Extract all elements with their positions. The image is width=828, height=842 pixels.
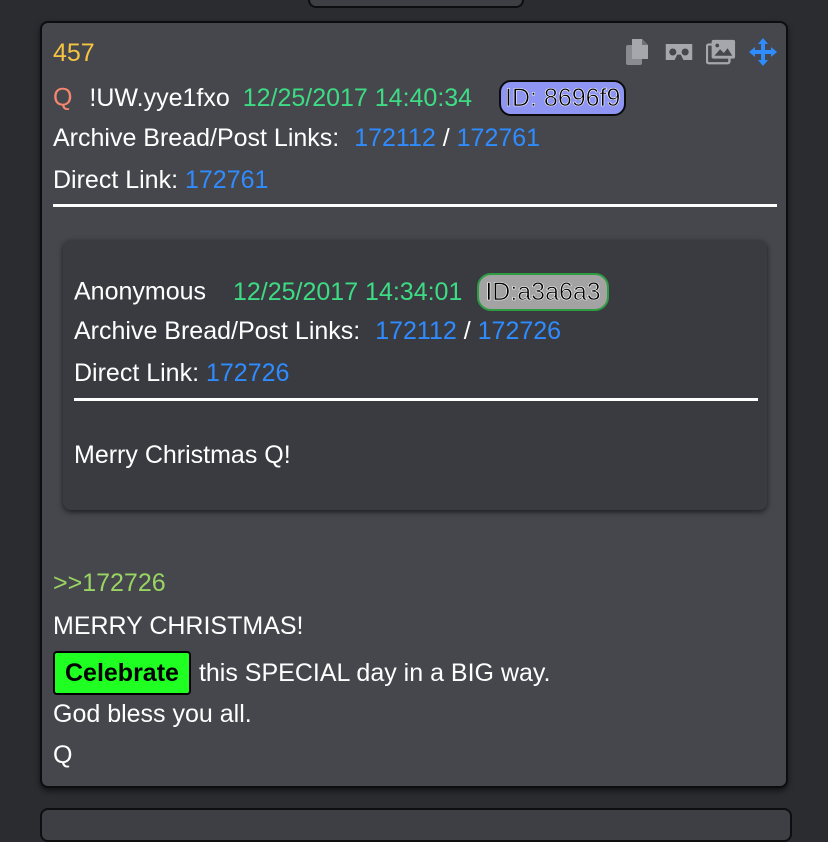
archive-post-link[interactable]: 172761 bbox=[457, 124, 540, 152]
celebrate-highlight: Celebrate bbox=[53, 651, 191, 695]
quoted-archive-post-link[interactable]: 172726 bbox=[478, 317, 561, 345]
message-line-2-rest: this SPECIAL day in a BIG way. bbox=[198, 659, 551, 687]
quoted-direct-link-label: Direct Link: bbox=[74, 359, 200, 387]
message-line-1: MERRY CHRISTMAS! bbox=[53, 612, 304, 640]
quoted-poster-id-badge[interactable]: ID:a3a6a3 bbox=[477, 273, 609, 311]
quoted-author-name: Anonymous bbox=[74, 277, 207, 306]
quoted-archive-bread-link[interactable]: 172112 bbox=[375, 317, 457, 345]
message-line-2: Celebrate this SPECIAL day in a BIG way. bbox=[53, 651, 551, 695]
archive-links: Archive Bread/Post Links: 172112 / 17276… bbox=[53, 123, 540, 153]
message-signature: Q bbox=[53, 741, 73, 769]
direct-link[interactable]: 172761 bbox=[185, 166, 268, 194]
image-gallery-icon[interactable] bbox=[706, 37, 736, 67]
previous-post-card bbox=[308, 0, 524, 8]
header-divider bbox=[53, 204, 777, 207]
reply-quote-link[interactable]: >>172726 bbox=[53, 568, 166, 598]
quoted-archive-label: Archive Bread/Post Links: bbox=[74, 317, 361, 345]
post-card: 457 Q !UW.yye1fxo 12/25/2017 14:40:34 ID… bbox=[40, 21, 788, 788]
post-date: 12/25/2017 14:40:34 bbox=[242, 83, 473, 112]
author-name: Q bbox=[53, 83, 73, 112]
quoted-post-date: 12/25/2017 14:34:01 bbox=[232, 277, 463, 306]
quoted-post-card: Anonymous 12/25/2017 14:34:01 ID:a3a6a3 … bbox=[63, 240, 767, 510]
quoted-archive-links: Archive Bread/Post Links: 172112 / 17272… bbox=[74, 316, 561, 346]
archive-separator: / bbox=[442, 124, 450, 152]
direct-link-row: Direct Link: 172761 bbox=[53, 165, 268, 195]
post-number: 457 bbox=[53, 39, 95, 67]
vr-headset-icon[interactable] bbox=[664, 37, 694, 67]
quoted-direct-link-row: Direct Link: 172726 bbox=[74, 358, 289, 388]
quoted-message: Merry Christmas Q! bbox=[74, 441, 291, 469]
next-post-card bbox=[40, 808, 792, 842]
direct-link-label: Direct Link: bbox=[53, 166, 179, 194]
quoted-header-divider bbox=[74, 398, 758, 401]
tripcode: !UW.yye1fxo bbox=[89, 83, 230, 112]
poster-id-badge[interactable]: ID: 8696f9 bbox=[499, 80, 627, 116]
message-line-3: God bless you all. bbox=[53, 700, 252, 728]
quoted-direct-link[interactable]: 172726 bbox=[206, 359, 289, 387]
post-toolbar bbox=[622, 37, 778, 67]
copy-icon[interactable] bbox=[622, 37, 652, 67]
quoted-post-header: Anonymous 12/25/2017 14:34:01 ID:a3a6a3 bbox=[74, 273, 609, 312]
post-header: Q !UW.yye1fxo 12/25/2017 14:40:34 ID: 86… bbox=[53, 80, 627, 117]
archive-bread-link[interactable]: 172112 bbox=[354, 124, 436, 152]
archive-label: Archive Bread/Post Links: bbox=[53, 124, 340, 152]
move-arrows-icon[interactable] bbox=[748, 37, 778, 67]
quoted-archive-separator: / bbox=[463, 317, 471, 345]
